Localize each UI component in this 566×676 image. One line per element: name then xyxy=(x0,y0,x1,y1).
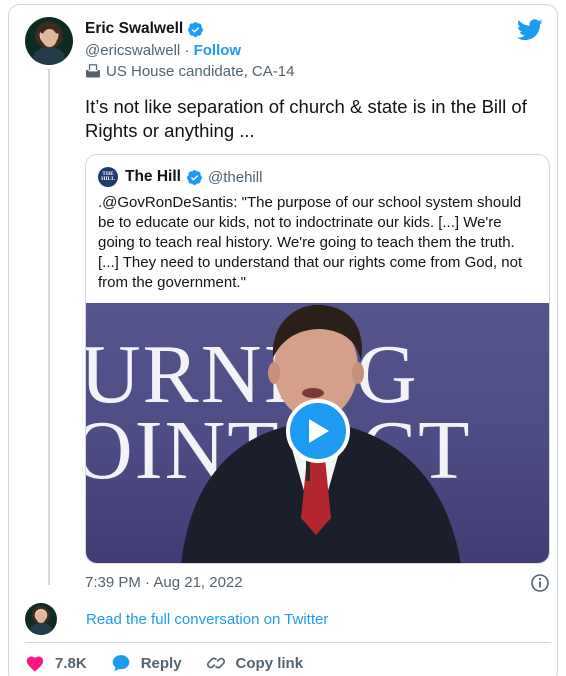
the-hill-logo: THE HILL xyxy=(98,167,118,187)
verified-badge-icon xyxy=(187,169,202,185)
candidate-label: US House candidate, CA-14 xyxy=(106,62,295,80)
like-button[interactable]: 7.8K xyxy=(25,654,87,672)
play-button[interactable] xyxy=(286,399,350,463)
tweet-text: It’s not like separation of church & sta… xyxy=(85,96,527,141)
read-conversation-link[interactable]: Read the full conversation on Twitter xyxy=(86,611,328,628)
author-avatar-small[interactable] xyxy=(25,603,57,635)
author-name[interactable]: Eric Swalwell xyxy=(85,20,183,38)
twitter-bird-icon[interactable] xyxy=(517,19,543,41)
quoted-tweet-text: .@GovRonDeSantis: "The purpose of our sc… xyxy=(98,194,523,291)
like-count: 7.8K xyxy=(55,654,87,672)
link-icon xyxy=(206,657,225,669)
author-info: Eric Swalwell @ericswalwell · Follow US … xyxy=(85,18,294,81)
reply-label: Reply xyxy=(140,654,182,672)
quoted-author-handle[interactable]: @thehill xyxy=(208,169,262,186)
follow-button[interactable]: Follow xyxy=(194,42,242,59)
thread-line xyxy=(48,69,50,585)
tweet-timestamp[interactable]: 7:39 PM · Aug 21, 2022 xyxy=(85,574,243,591)
author-handle[interactable]: @ericswalwell xyxy=(85,42,180,59)
ballot-box-icon xyxy=(86,64,100,78)
divider xyxy=(25,642,551,643)
author-avatar[interactable] xyxy=(25,17,73,65)
info-icon[interactable] xyxy=(530,573,550,593)
embedded-tweet-card: Eric Swalwell @ericswalwell · Follow US … xyxy=(8,4,558,676)
reply-button[interactable]: Reply xyxy=(111,653,182,673)
quoted-tweet[interactable]: THE HILL The Hill @thehill .@GovRonDeSan… xyxy=(85,154,550,564)
video-player[interactable]: URNING OINT ACT xyxy=(86,303,549,563)
copy-link-label: Copy link xyxy=(235,654,304,672)
reply-bubble-icon xyxy=(112,655,130,672)
play-icon xyxy=(309,419,329,443)
separator-dot: · xyxy=(184,42,190,59)
copy-link-button[interactable]: Copy link xyxy=(206,653,304,673)
heart-icon xyxy=(26,656,44,672)
quoted-author-name[interactable]: The Hill xyxy=(125,168,181,186)
verified-badge-icon xyxy=(188,21,204,37)
action-bar: 7.8K Reply Copy link xyxy=(25,652,327,674)
